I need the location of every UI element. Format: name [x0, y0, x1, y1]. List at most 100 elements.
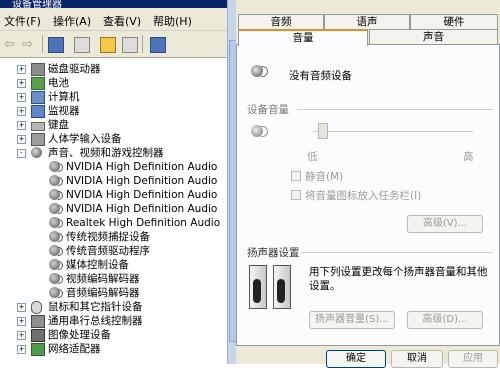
tree-item-usb[interactable]: + 通用串行总线控制器 [0, 314, 227, 328]
tree-subitem[interactable]: NVIDIA High Definition Audio [0, 160, 227, 174]
button-label: 确定 [346, 353, 366, 364]
tray-icon-checkbox[interactable] [291, 190, 301, 200]
speaker-advanced-button[interactable]: 高级(D)... [407, 311, 483, 329]
tree-item-hid[interactable]: + 人体学输入设备 [0, 132, 227, 146]
expand-icon[interactable]: + [17, 65, 26, 74]
battery-icon [31, 77, 45, 90]
expand-icon[interactable]: + [17, 93, 26, 102]
audio-device-icon [49, 231, 63, 242]
disk-drive-icon [31, 63, 45, 76]
expand-icon[interactable]: + [17, 121, 26, 130]
tree-item-network[interactable]: + 网络适配器 [0, 342, 227, 356]
expand-icon[interactable]: + [17, 331, 26, 340]
volume-group-title: 设备音量 [247, 104, 289, 116]
apply-button[interactable]: 应用 [448, 350, 498, 368]
tree-subitem[interactable]: NVIDIA High Definition Audio [0, 174, 227, 188]
tree-label: 传统音频驱动程序 [66, 245, 150, 257]
expand-icon[interactable]: + [17, 303, 26, 312]
slider-high-label: 高 [463, 151, 474, 163]
tab-voice[interactable]: 语声 [324, 14, 410, 29]
tree-subitem[interactable]: NVIDIA High Definition Audio [0, 188, 227, 202]
help-icon[interactable] [100, 37, 116, 53]
speaker-volume-button[interactable]: 扬声器音量(S)... [309, 311, 395, 329]
tree-label: 声音、视频和游戏控制器 [48, 147, 164, 159]
back-arrow-icon[interactable]: ⇦ [4, 37, 15, 52]
tab-sounds[interactable]: 声音 [369, 29, 498, 44]
tree-label: NVIDIA High Definition Audio [66, 189, 218, 201]
menu-action[interactable]: 操作(A) [53, 13, 91, 29]
menu-file[interactable]: 文件(F) [4, 13, 41, 29]
audio-device-icon [49, 273, 63, 284]
tree-item-imaging[interactable]: + 图像处理设备 [0, 328, 227, 342]
tab-label: 音量 [292, 32, 314, 44]
tree-item-sound-controllers[interactable]: - 声音、视频和游戏控制器 [0, 146, 227, 160]
expand-icon[interactable]: + [17, 107, 26, 116]
forward-arrow-icon[interactable]: ⇨ [22, 37, 33, 52]
tree-item-computer[interactable]: + 计算机 [0, 90, 227, 104]
audio-device-icon [49, 259, 63, 270]
volume-slider-thumb[interactable] [318, 123, 328, 139]
tab-hardware[interactable]: 硬件 [410, 14, 498, 29]
expand-icon[interactable]: + [17, 317, 26, 326]
tree-subitem[interactable]: Realtek High Definition Audio [0, 216, 227, 230]
tab-label: 语声 [356, 16, 378, 28]
tree-subitem[interactable]: NVIDIA High Definition Audio [0, 202, 227, 216]
tree-label: 鼠标和其它指针设备 [48, 301, 143, 313]
menu-bar: 文件(F) 操作(A) 查看(V) 帮助(H) [0, 8, 227, 31]
network-adapter-icon [31, 343, 45, 356]
collapse-icon[interactable]: - [17, 149, 26, 158]
tree-item-monitors[interactable]: + 监视器 [0, 104, 227, 118]
tree-subitem[interactable]: 传统音频驱动程序 [0, 244, 227, 258]
toolbar-separator [42, 35, 43, 53]
button-label: 高级(D)... [422, 314, 468, 325]
tree-subitem[interactable]: 音频编码解码器 [0, 286, 227, 300]
expand-icon[interactable]: + [17, 79, 26, 88]
tree-item-battery[interactable]: + 电池 [0, 76, 227, 90]
volume-slider-track[interactable] [313, 131, 473, 132]
button-label: 应用 [463, 353, 483, 364]
tab-audio[interactable]: 音频 [238, 14, 324, 29]
menu-help[interactable]: 帮助(H) [153, 13, 192, 29]
expand-icon[interactable]: + [17, 135, 26, 144]
view-icon[interactable] [122, 37, 138, 53]
audio-device-icon [49, 287, 63, 298]
scan-icon[interactable] [150, 37, 166, 53]
expand-icon[interactable]: + [17, 345, 26, 354]
device-manager-window: 设备管理器 文件(F) 操作(A) 查看(V) 帮助(H) ⇦ ⇨ + 磁盘驱动… [0, 0, 227, 364]
tree-label: 网络适配器 [48, 343, 101, 355]
audio-device-icon [49, 217, 63, 228]
tree-label: Realtek High Definition Audio [66, 217, 221, 229]
title-bar: 设备管理器 [0, 0, 227, 8]
imaging-icon [31, 329, 45, 342]
tree-item-disk-drives[interactable]: + 磁盘驱动器 [0, 62, 227, 76]
print-icon[interactable] [74, 37, 90, 53]
volume-tab-panel: 没有音频设备 设备音量 低 高 静音(M) 将音量图标放入任务栏(I) 高级(V… [236, 44, 500, 346]
tree-subitem[interactable]: 传统视频捕捉设备 [0, 230, 227, 244]
tree-label: NVIDIA High Definition Audio [66, 161, 218, 173]
tree-item-mouse[interactable]: + 鼠标和其它指针设备 [0, 300, 227, 314]
properties-icon[interactable] [48, 37, 64, 53]
tree-item-keyboard[interactable]: + 键盘 [0, 118, 227, 132]
ok-button[interactable]: 确定 [326, 350, 386, 368]
tree-subitem[interactable]: 视频编码解码器 [0, 272, 227, 286]
audio-device-icon [49, 189, 63, 200]
usb-icon [31, 315, 45, 328]
cancel-button[interactable]: 取消 [391, 350, 443, 368]
tree-label: 键盘 [48, 119, 69, 131]
tab-label: 音频 [270, 16, 292, 28]
mouse-icon [31, 301, 42, 314]
tree-label: 计算机 [48, 91, 80, 103]
speaker-description: 用下列设置更改每个扬声器音量和其他设置。 [309, 266, 488, 292]
hid-icon [31, 133, 45, 146]
mute-checkbox[interactable] [291, 171, 301, 181]
tab-volume[interactable]: 音量 [238, 29, 368, 46]
menu-view[interactable]: 查看(V) [103, 13, 141, 29]
tree-label: NVIDIA High Definition Audio [66, 203, 218, 215]
audio-device-icon [49, 203, 63, 214]
left-speaker-icon [249, 265, 267, 309]
volume-advanced-button[interactable]: 高级(V)... [407, 215, 483, 233]
tree-label: 磁盘驱动器 [48, 63, 101, 75]
monitor-icon [31, 105, 45, 118]
tree-subitem[interactable]: 媒体控制设备 [0, 258, 227, 272]
tree-label: 通用串行总线控制器 [48, 315, 143, 327]
